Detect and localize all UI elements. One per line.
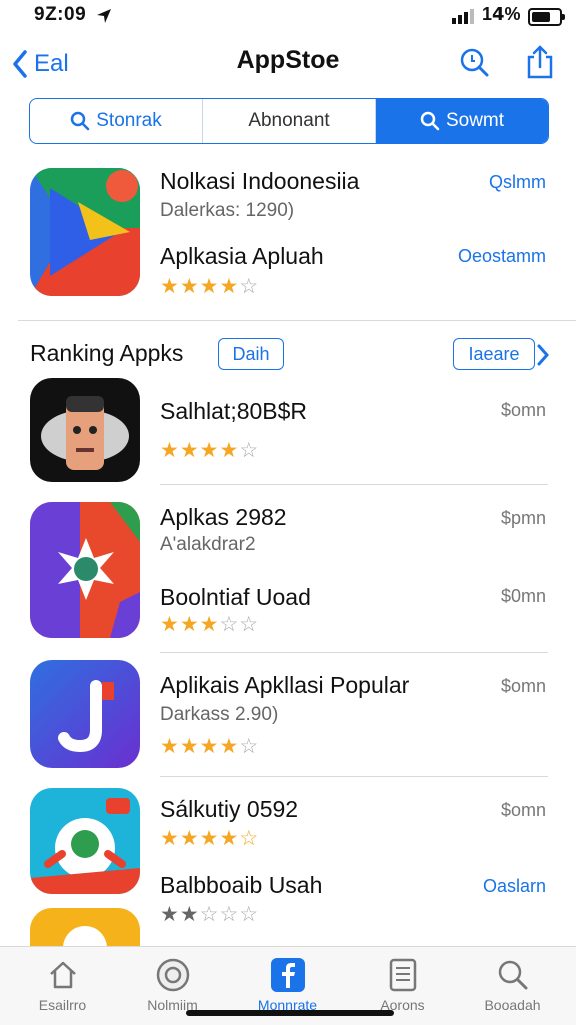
- status-bar: 9Z:09 1𝟰%: [0, 0, 576, 30]
- location-arrow-icon: [97, 9, 111, 23]
- app-title-2[interactable]: Balbboaib Usah: [160, 872, 322, 899]
- rating-stars: ★★☆☆☆: [160, 903, 260, 926]
- app-icon[interactable]: [30, 660, 140, 768]
- segment-sowmt[interactable]: Sowmt: [376, 99, 548, 143]
- signal-icon: [452, 9, 474, 24]
- facebook-icon: [270, 958, 305, 992]
- document-icon: [389, 958, 416, 992]
- chevron-right-icon[interactable]: [536, 344, 550, 366]
- app-title-2[interactable]: Boolntiaf Uoad: [160, 584, 311, 611]
- divider: [160, 652, 548, 653]
- app-price-button[interactable]: $omn: [446, 676, 546, 697]
- featured-get-button[interactable]: Oeostamm: [446, 246, 546, 267]
- app-icon[interactable]: [30, 378, 140, 482]
- featured-subtitle: Dalerkas: 1290): [160, 200, 295, 221]
- app-price-button[interactable]: $omn: [446, 400, 546, 421]
- app-title[interactable]: Salhlat;80B$R: [160, 398, 307, 425]
- rating-stars: ★★★★☆: [160, 735, 260, 758]
- compass-icon: [156, 958, 189, 992]
- segmented-control: Stonrak Abnonant Sowmt: [29, 98, 549, 144]
- home-indicator: [186, 1010, 394, 1016]
- search-button[interactable]: [456, 44, 492, 80]
- app-title[interactable]: Sálkutiy 0592: [160, 796, 298, 823]
- home-icon: [49, 961, 76, 989]
- ranking-more-button[interactable]: Iaeare: [453, 338, 535, 370]
- app-title[interactable]: Aplikais Apkllasi Popular: [160, 672, 409, 699]
- app-price-button[interactable]: $pmn: [446, 508, 546, 529]
- search-icon: [420, 111, 440, 131]
- tab-home[interactable]: Esailrro: [5, 947, 120, 1025]
- tab-search[interactable]: Booadah: [455, 947, 570, 1025]
- app-price-button[interactable]: $omn: [446, 800, 546, 821]
- app-icon[interactable]: [30, 908, 140, 946]
- app-price-button[interactable]: $0mn: [446, 586, 546, 607]
- divider: [160, 776, 548, 777]
- segment-label: Abnonant: [248, 110, 330, 131]
- battery-icon: [528, 8, 565, 26]
- search-icon: [71, 111, 90, 131]
- segment-stonrak[interactable]: Stonrak: [30, 99, 203, 143]
- share-icon: [527, 45, 553, 79]
- search-icon: [460, 48, 489, 77]
- divider: [160, 484, 548, 485]
- app-title[interactable]: Aplkas 2982: [160, 504, 287, 531]
- rating-stars: ★★★★☆: [160, 827, 260, 850]
- app-icon[interactable]: [30, 502, 140, 638]
- divider: [18, 320, 576, 321]
- featured-title[interactable]: Nolkasi Indoonesiia: [160, 168, 359, 195]
- segment-label: Stonrak: [96, 110, 162, 131]
- search-icon: [498, 960, 527, 990]
- rating-stars: ★★★★☆: [160, 275, 260, 298]
- featured-title-2[interactable]: Aplkasia Apluah: [160, 243, 324, 270]
- share-button[interactable]: [522, 44, 558, 80]
- segment-label: Sowmt: [445, 110, 505, 131]
- featured-app-icon[interactable]: [30, 168, 140, 296]
- tab-label: Esailrro: [38, 997, 87, 1013]
- ranking-tag-button[interactable]: Daih: [218, 338, 284, 370]
- app-subtitle: A'alakdrar2: [160, 534, 256, 555]
- rating-stars: ★★★☆☆: [160, 613, 260, 636]
- app-get-button[interactable]: Oaslarn: [446, 876, 546, 897]
- battery-percent: 1𝟰%: [482, 4, 521, 24]
- status-time: 9Z:09: [34, 4, 87, 25]
- tab-label: Booadah: [484, 997, 541, 1013]
- rating-stars: ★★★★☆: [160, 439, 260, 462]
- app-icon[interactable]: [30, 788, 140, 894]
- section-title: Ranking Appks: [30, 340, 184, 366]
- app-subtitle: Darkass 2.90): [160, 704, 279, 725]
- featured-price-button[interactable]: Qslmm: [446, 172, 546, 193]
- segment-abnonant[interactable]: Abnonant: [203, 99, 376, 143]
